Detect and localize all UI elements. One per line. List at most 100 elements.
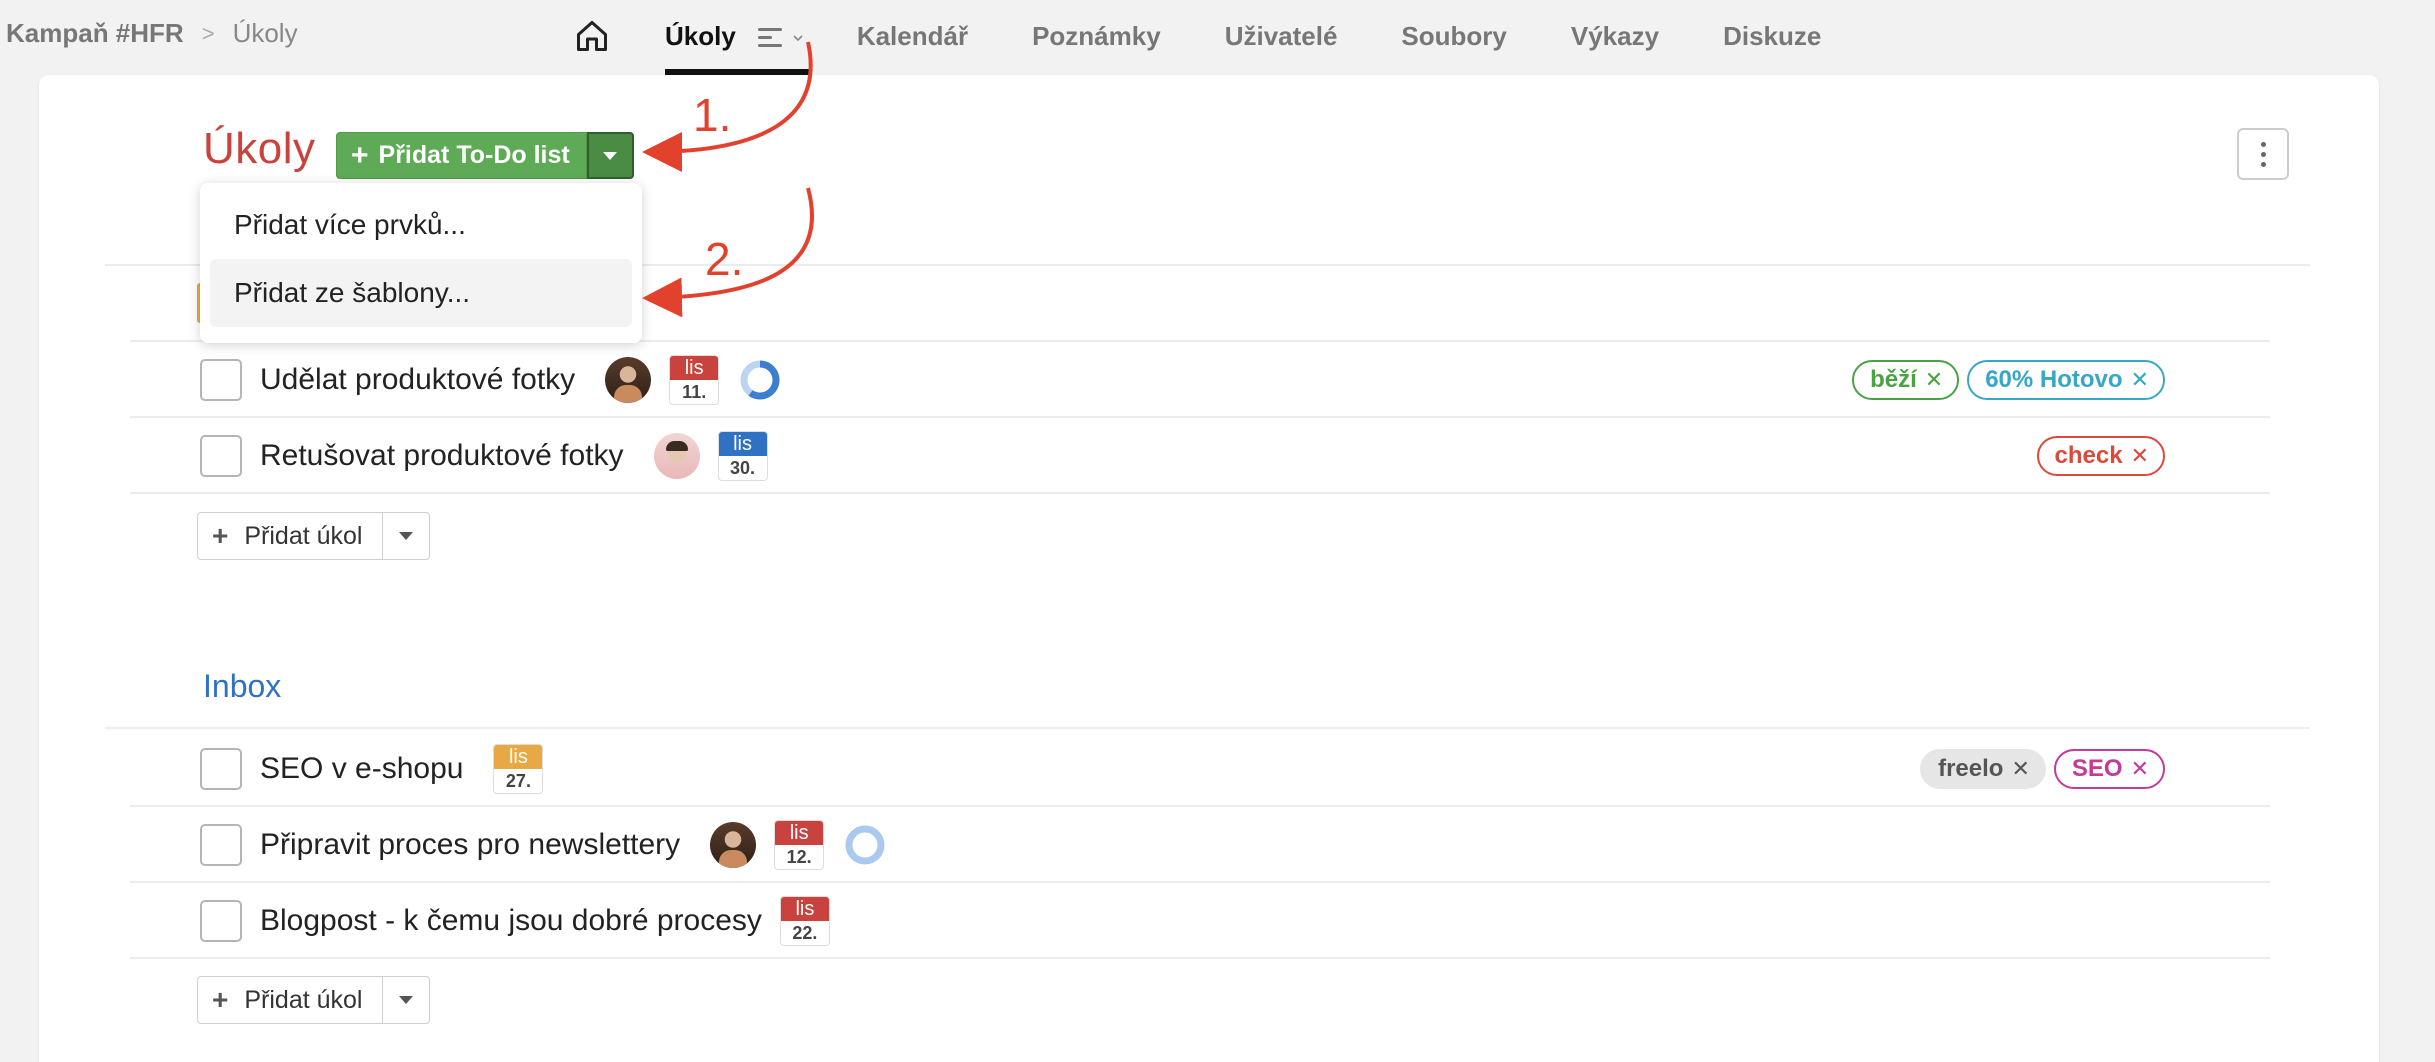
due-date-month: lis [670, 356, 719, 380]
add-task-dropdown-toggle[interactable] [383, 513, 429, 559]
home-icon[interactable] [574, 18, 610, 54]
due-date-badge[interactable]: lis 22. [779, 896, 830, 946]
tab-reports[interactable]: Výkazy [1571, 0, 1659, 75]
due-date-month: lis [775, 821, 824, 845]
tab-calendar[interactable]: Kalendář [857, 0, 968, 75]
due-date-day: 22. [792, 923, 818, 943]
plus-icon: + [212, 520, 229, 551]
tag[interactable]: 60% Hotovo ✕ [1967, 360, 2165, 400]
close-icon[interactable]: ✕ [1925, 367, 1943, 393]
add-task-group: + Přidat úkol [197, 976, 431, 1024]
task-name[interactable]: Retušovat produktové fotky [260, 439, 624, 473]
due-date-day: 12. [786, 847, 812, 867]
add-task-dropdown-toggle[interactable] [383, 977, 429, 1023]
task-row: SEO v e-shopu lis 27. freelo ✕ SEO ✕ [200, 731, 2165, 807]
progress-ring-icon [740, 360, 780, 400]
menu-item-add-from-template[interactable]: Přidat ze šablony... [210, 259, 632, 327]
task-checkbox[interactable] [200, 748, 242, 790]
close-icon[interactable]: ✕ [2131, 756, 2149, 782]
kebab-menu-icon[interactable] [2237, 128, 2289, 180]
due-date-day: 27. [505, 771, 531, 791]
add-todo-list-label: Přidat To-Do list [378, 141, 570, 169]
divider [105, 727, 2310, 729]
tab-notes[interactable]: Poznámky [1032, 0, 1161, 75]
avatar[interactable] [653, 433, 700, 479]
due-date-month: lis [494, 745, 543, 769]
tag[interactable]: check ✕ [2036, 436, 2165, 476]
caret-down-icon [399, 996, 414, 1004]
due-date-badge[interactable]: lis 27. [493, 744, 544, 794]
tag[interactable]: SEO ✕ [2053, 749, 2165, 789]
add-todo-list-button[interactable]: + Přidat To-Do list [336, 132, 587, 179]
tab-discussion[interactable]: Diskuze [1723, 0, 1821, 75]
add-todo-list-dropdown-toggle[interactable] [586, 132, 634, 179]
main-nav: Úkoly Kalendář Poznámky Uživatelé Soubor… [665, 0, 1821, 75]
tab-users[interactable]: Uživatelé [1225, 0, 1338, 75]
plus-icon: + [212, 984, 229, 1015]
task-checkbox[interactable] [200, 435, 242, 477]
list-view-icon [757, 27, 784, 49]
task-name[interactable]: Připravit proces pro newslettery [260, 828, 680, 862]
add-task-group: + Přidat úkol [197, 512, 431, 560]
add-task-label: Přidat úkol [244, 985, 363, 1014]
due-date-month: lis [780, 897, 829, 921]
task-row: Retušovat produktové fotky lis 30. check… [200, 418, 2165, 494]
tag-label: běží [1870, 366, 1917, 393]
avatar[interactable] [710, 822, 757, 868]
due-date-day: 30. [730, 458, 756, 478]
due-date-badge[interactable]: lis 12. [774, 820, 825, 870]
view-toggle[interactable] [757, 24, 804, 52]
add-list-dropdown-menu: Přidat více prvků... Přidat ze šablony..… [200, 183, 642, 343]
breadcrumb: Kampaň #HFR > Úkoly [6, 18, 298, 49]
caret-down-icon [603, 151, 618, 160]
add-task-label: Přidat úkol [244, 521, 363, 550]
task-checkbox[interactable] [200, 900, 242, 942]
add-task-button[interactable]: + Přidat úkol [198, 513, 384, 559]
annotation-label-1: 1. [693, 89, 732, 141]
task-row: Připravit proces pro newslettery lis 12. [200, 807, 2165, 883]
due-date-day: 11. [682, 382, 707, 402]
list-title[interactable]: Inbox [203, 668, 281, 705]
tag-label: check [2054, 442, 2123, 469]
tag-list: check ✕ [2036, 436, 2165, 476]
due-date-badge[interactable]: lis 30. [717, 431, 768, 481]
annotation-label-2: 2. [705, 233, 744, 285]
close-icon[interactable]: ✕ [2011, 756, 2029, 782]
tag-list: freelo ✕ SEO ✕ [1920, 749, 2165, 789]
task-checkbox[interactable] [200, 359, 242, 401]
menu-item-add-multiple[interactable]: Přidat více prvků... [210, 191, 632, 259]
tag-label: 60% Hotovo [1985, 366, 2123, 393]
progress-ring-icon [845, 825, 885, 865]
tab-files[interactable]: Soubory [1401, 0, 1506, 75]
tag[interactable]: běží ✕ [1852, 360, 1960, 400]
tag-label: SEO [2071, 755, 2123, 782]
breadcrumb-current: Úkoly [232, 18, 298, 48]
caret-down-icon [399, 532, 414, 540]
chevron-down-icon [793, 35, 803, 42]
tag-label: freelo [1938, 755, 2004, 782]
task-name[interactable]: SEO v e-shopu [260, 752, 463, 786]
due-date-badge[interactable]: lis 11. [669, 355, 720, 405]
plus-icon: + [351, 138, 369, 172]
due-date-month: lis [718, 432, 767, 456]
divider [130, 492, 2270, 494]
divider [130, 957, 2270, 959]
close-icon[interactable]: ✕ [2131, 367, 2149, 393]
tag[interactable]: freelo ✕ [1920, 749, 2046, 789]
task-name[interactable]: Blogpost - k čemu jsou dobré procesy [260, 904, 762, 938]
task-name[interactable]: Udělat produktové fotky [260, 363, 575, 397]
task-checkbox[interactable] [200, 824, 242, 866]
add-todo-list-group: + Přidat To-Do list [336, 132, 634, 179]
tag-list: běží ✕ 60% Hotovo ✕ [1852, 360, 2165, 400]
task-row: Blogpost - k čemu jsou dobré procesy lis… [200, 883, 2165, 959]
breadcrumb-separator: > [201, 20, 215, 46]
add-task-button[interactable]: + Přidat úkol [198, 977, 384, 1023]
tab-tasks[interactable]: Úkoly [665, 0, 736, 75]
tab-tasks-wrap: Úkoly [665, 0, 810, 75]
top-bar: Kampaň #HFR > Úkoly Úkoly Kalendář Pozná… [0, 0, 2435, 75]
page-title: Úkoly [203, 124, 316, 173]
task-row: Udělat produktové fotky lis 11. běží ✕ 60… [200, 342, 2165, 418]
close-icon[interactable]: ✕ [2131, 443, 2149, 469]
avatar[interactable] [605, 357, 652, 403]
breadcrumb-project[interactable]: Kampaň #HFR [6, 18, 184, 49]
